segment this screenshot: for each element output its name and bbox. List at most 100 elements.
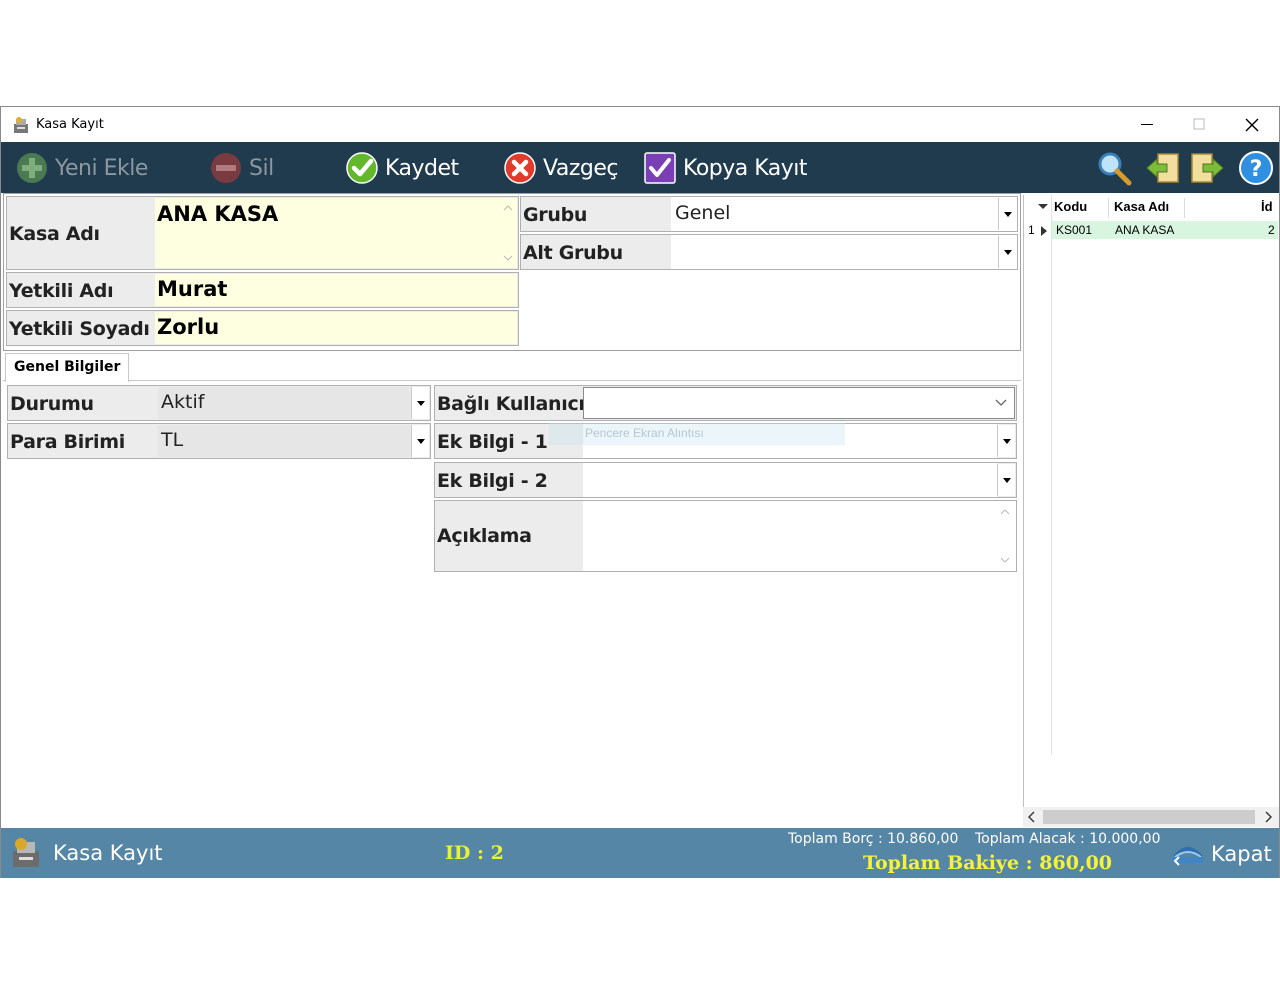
exit-icon	[1173, 847, 1203, 866]
minimize-button[interactable]	[1121, 107, 1173, 142]
status-bar: Kasa Kayıt ID : 2 Toplam Borç : 10.860,0…	[1, 828, 1279, 878]
bagli-kullanici-select[interactable]	[583, 387, 1015, 419]
row-number: 1	[1028, 223, 1035, 237]
alt-grubu-dropdown-icon[interactable]	[998, 236, 1016, 268]
column-divider	[1108, 198, 1109, 218]
maximize-icon	[1193, 118, 1205, 130]
aciklama-row: Açıklama	[434, 500, 1017, 572]
kapat-label: Kapat	[1211, 842, 1272, 866]
current-row-icon	[1041, 226, 1047, 236]
status-title: Kasa Kayıt	[53, 841, 163, 865]
scroll-arrows-icon	[503, 205, 513, 261]
para-birimi-select[interactable]: TL	[158, 425, 410, 457]
sil-label: Sil	[249, 155, 274, 181]
alt-grubu-label: Alt Grubu	[523, 242, 623, 264]
chevron-down-icon[interactable]	[994, 396, 1008, 410]
search-icon[interactable]	[1095, 149, 1133, 187]
scroll-arrows-icon[interactable]	[996, 502, 1014, 570]
previous-record-icon[interactable]	[1143, 149, 1181, 187]
cell-kasa-adi: ANA KASA	[1115, 223, 1175, 237]
kasa-adi-label: Kasa Adı	[9, 223, 100, 245]
overlay-text: Pencere Ekran Alıntısı	[585, 426, 704, 440]
scrollbar-thumb[interactable]	[1043, 810, 1255, 824]
column-header-id[interactable]: İd	[1261, 199, 1273, 214]
grubu-label: Grubu	[523, 204, 588, 226]
bagli-kullanici-row: Bağlı Kullanıcı	[434, 385, 1017, 421]
next-record-icon[interactable]	[1189, 149, 1227, 187]
kasa-header-form: Kasa Adı ANA KASA Yetkili Adı Murat Yetk…	[3, 193, 1021, 351]
grubu-row: Grubu Genel	[520, 196, 1018, 232]
kaydet-label: Kaydet	[385, 155, 459, 181]
sil-button[interactable]: Sil	[209, 148, 274, 188]
tab-strip: Genel Bilgiler	[3, 351, 1021, 382]
durumu-label: Durumu	[10, 393, 94, 415]
ek-bilgi-2-dropdown-icon[interactable]	[997, 464, 1015, 496]
kasa-adi-row: Kasa Adı ANA KASA	[6, 196, 519, 270]
toolbar: Yeni Ekle Sil Kaydet Vazgeç Kopya Kayıt …	[1, 142, 1279, 193]
bagli-kullanici-label: Bağlı Kullanıcı	[437, 393, 585, 415]
checkbox-icon	[644, 152, 676, 184]
checkmark-icon	[346, 152, 378, 184]
window-title: Kasa Kayıt	[36, 117, 104, 132]
para-birimi-row: Para Birimi TL	[7, 423, 431, 459]
para-birimi-label: Para Birimi	[10, 431, 125, 453]
yetkili-soyadi-row: Yetkili Soyadı Zorlu	[6, 310, 519, 346]
remove-icon	[211, 153, 241, 183]
alt-grubu-select[interactable]	[671, 235, 1017, 269]
ek-bilgi-1-label: Ek Bilgi - 1	[437, 431, 548, 453]
yetkili-adi-label: Yetkili Adı	[9, 280, 114, 302]
ek-bilgi-2-select[interactable]	[583, 463, 997, 497]
cash-register-icon	[14, 117, 28, 133]
kopya-kayit-label: Kopya Kayıt	[683, 155, 808, 181]
para-birimi-dropdown-icon[interactable]	[411, 425, 429, 457]
cash-register-icon	[13, 838, 39, 867]
yetkili-soyadi-input[interactable]: Zorlu	[155, 312, 517, 344]
aciklama-label: Açıklama	[437, 525, 532, 547]
close-icon	[1245, 118, 1259, 132]
kopya-kayit-button[interactable]: Kopya Kayıt	[643, 148, 808, 188]
yeni-ekle-button[interactable]: Yeni Ekle	[15, 148, 148, 188]
title-bar: Kasa Kayıt	[1, 107, 1279, 142]
kasa-adi-input[interactable]: ANA KASA	[155, 198, 499, 268]
sort-arrow-icon	[1038, 204, 1048, 209]
maximize-button[interactable]	[1173, 107, 1225, 142]
kapat-button[interactable]: Kapat	[1171, 838, 1272, 870]
column-divider	[1184, 198, 1185, 218]
tab-genel-bilgiler[interactable]: Genel Bilgiler	[5, 353, 130, 382]
alt-grubu-row: Alt Grubu	[520, 234, 1018, 270]
minimize-icon	[1141, 124, 1153, 125]
kasa-list-grid[interactable]: Kodu Kasa Adı İd 1 KS001 ANA KASA 2	[1023, 195, 1279, 827]
grubu-dropdown-icon[interactable]	[998, 198, 1016, 230]
scroll-left-icon[interactable]	[1027, 811, 1037, 823]
ek-bilgi-1-dropdown-icon[interactable]	[997, 425, 1015, 457]
add-icon	[17, 153, 47, 183]
kasa-adi-scrollbar[interactable]	[499, 198, 517, 268]
aciklama-textarea[interactable]	[583, 501, 1016, 571]
cell-kodu: KS001	[1056, 223, 1093, 237]
toplam-bakiye: Toplam Bakiye : 860,00	[863, 852, 1113, 874]
ek-bilgi-2-label: Ek Bilgi - 2	[437, 470, 548, 492]
kaydet-button[interactable]: Kaydet	[345, 148, 459, 188]
column-header-kasa-adi[interactable]: Kasa Adı	[1114, 199, 1169, 214]
snipping-tool-overlay: Pencere Ekran Alıntısı	[549, 423, 845, 445]
durumu-select[interactable]: Aktif	[158, 387, 410, 419]
grid-horizontal-scrollbar[interactable]	[1023, 807, 1279, 827]
vazgec-label: Vazgeç	[543, 155, 618, 181]
cancel-icon	[504, 152, 536, 184]
durumu-dropdown-icon[interactable]	[411, 387, 429, 419]
yetkili-soyadi-label: Yetkili Soyadı	[9, 318, 150, 340]
help-icon[interactable]: ?	[1237, 149, 1275, 187]
yeni-ekle-label: Yeni Ekle	[55, 155, 148, 181]
close-window-button[interactable]	[1225, 107, 1277, 142]
durumu-row: Durumu Aktif	[7, 385, 431, 421]
scroll-right-icon[interactable]	[1263, 811, 1273, 823]
vazgec-button[interactable]: Vazgeç	[503, 148, 618, 188]
yetkili-adi-row: Yetkili Adı Murat	[6, 272, 519, 308]
column-header-kodu[interactable]: Kodu	[1054, 199, 1087, 214]
svg-text:?: ?	[1250, 157, 1263, 182]
grubu-select[interactable]: Genel	[671, 197, 1017, 231]
yetkili-adi-input[interactable]: Murat	[155, 274, 517, 306]
row-indicator-divider	[1051, 195, 1052, 755]
record-id: ID : 2	[445, 842, 504, 864]
ek-bilgi-2-row: Ek Bilgi - 2	[434, 462, 1017, 498]
